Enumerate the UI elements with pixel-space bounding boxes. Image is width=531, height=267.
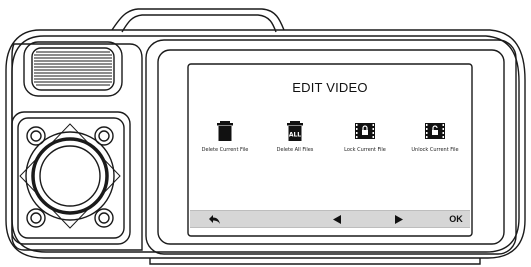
ir-led-bottom-right (94, 208, 114, 228)
speaker-grille-frame (23, 41, 123, 97)
top-hump-outline (111, 8, 285, 31)
ok-button[interactable]: OK (446, 211, 466, 227)
menu-item-delete-current-file[interactable]: Delete Current File (190, 120, 260, 153)
menu-item-label: Lock Current File (344, 147, 386, 153)
trash-icon (217, 121, 233, 141)
lens-ring-outer (25, 131, 115, 221)
ir-led-top-right (94, 126, 114, 146)
lens-ring-mid (31, 137, 109, 215)
menu-item-lock-current-file[interactable]: Lock Current File (330, 120, 400, 153)
speaker-grille-inner (31, 47, 115, 91)
delete-all-icon: ALL (287, 121, 303, 141)
menu-item-label: Unlock Current File (411, 147, 459, 153)
menu-item-label: Delete Current File (201, 147, 249, 153)
lens-ring-inner (39, 145, 101, 207)
right-triangle-icon (395, 215, 403, 224)
bottom-control-bar: OK (190, 210, 470, 228)
all-badge: ALL (289, 132, 301, 139)
next-button[interactable] (392, 211, 406, 227)
menu-item-unlock-current-file[interactable]: Unlock Current File (400, 120, 470, 153)
ir-led-top-left (26, 126, 46, 146)
ir-led-bottom-right-inner (98, 212, 110, 224)
back-arrow-icon (208, 215, 220, 224)
ir-led-top-right-inner (98, 130, 110, 142)
screen-title: EDIT VIDEO (292, 80, 368, 95)
lock-file-icon (355, 123, 375, 139)
bottom-rail (149, 258, 481, 265)
menu-item-label: Delete All Files (276, 147, 314, 153)
previous-button[interactable] (330, 211, 344, 227)
ir-led-bottom-left (26, 208, 46, 228)
left-triangle-icon (333, 215, 341, 224)
ir-led-bottom-left-inner (30, 212, 42, 224)
back-button[interactable] (204, 211, 224, 227)
unlock-file-icon (425, 123, 445, 139)
menu-item-delete-all-files[interactable]: ALL Delete All Files (260, 120, 330, 153)
ok-label: OK (449, 214, 463, 224)
device-screen: EDIT VIDEO Delete Current File ALL Delet… (190, 66, 470, 234)
ir-led-top-left-inner (30, 130, 42, 142)
